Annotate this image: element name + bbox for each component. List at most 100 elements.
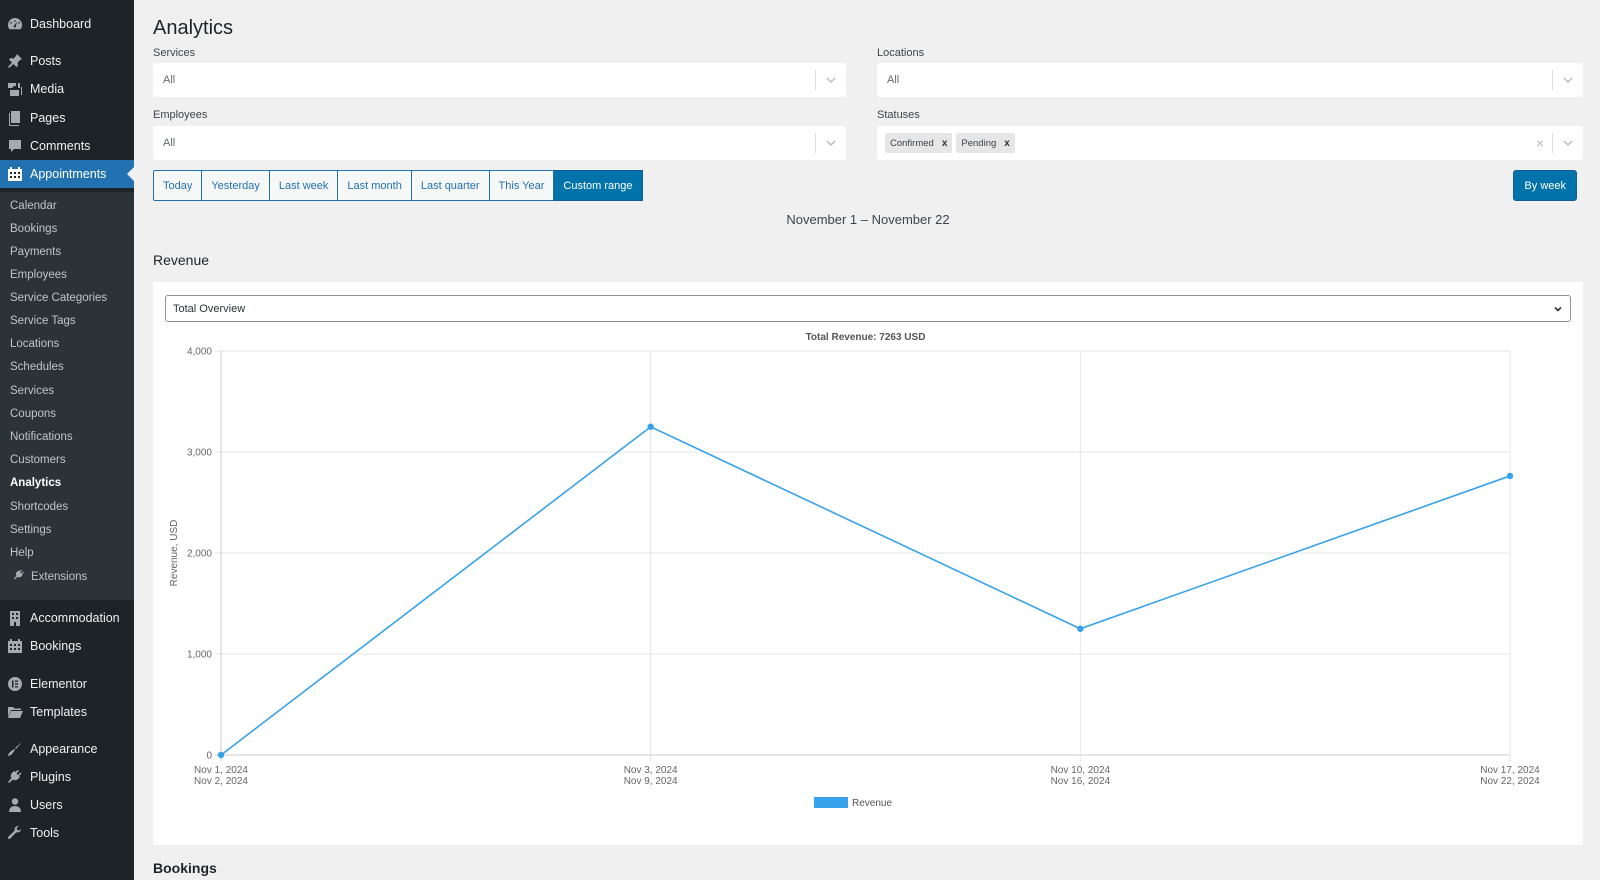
data-point xyxy=(1506,472,1514,480)
services-label: Services xyxy=(153,47,196,59)
submenu-item-settings[interactable]: Settings xyxy=(10,523,52,537)
sidebar-item-label: Pages xyxy=(30,111,66,125)
sidebar-item-label: Elementor xyxy=(30,677,87,691)
submenu-item-label: Help xyxy=(10,547,34,559)
submenu-item-coupons[interactable]: Coupons xyxy=(10,407,56,421)
submenu-item-label: Settings xyxy=(10,524,52,536)
media-icon xyxy=(0,81,30,97)
x-tick-label: Nov 10, 2024 xyxy=(1051,765,1111,776)
range-button-last-month[interactable]: Last month xyxy=(338,170,412,201)
main-content: Analytics Services All Locations All Emp… xyxy=(153,0,1593,880)
sidebar-item-accommodation[interactable]: Accommodation xyxy=(0,604,134,632)
submenu-item-schedules[interactable]: Schedules xyxy=(10,360,64,374)
date-range-buttons: Today Yesterday Last week Last month Last qu… xyxy=(153,170,643,201)
submenu-item-label: Bookings xyxy=(10,223,58,235)
calendar-icon xyxy=(0,166,30,182)
sidebar-item-media[interactable]: Media xyxy=(0,75,134,103)
employees-value: All xyxy=(163,137,176,149)
submenu-item-employees[interactable]: Employees xyxy=(10,268,67,282)
submenu-item-label: Service Tags xyxy=(10,315,76,327)
y-axis-label: Revenue, USD xyxy=(169,520,180,587)
submenu-item-help[interactable]: Help xyxy=(10,546,34,560)
y-tick-label: 0 xyxy=(206,751,212,762)
submenu-item-label: Locations xyxy=(10,338,60,350)
legend-swatch xyxy=(814,797,848,808)
submenu-item-label: Calendar xyxy=(10,200,57,212)
sidebar-item-templates[interactable]: Templates xyxy=(0,698,134,726)
sidebar-item-dashboard[interactable]: Dashboard xyxy=(0,10,134,38)
range-button-last-week[interactable]: Last week xyxy=(269,170,339,201)
elementor-icon xyxy=(0,676,30,692)
plugin-icon xyxy=(13,569,27,584)
submenu-item-shortcodes[interactable]: Shortcodes xyxy=(10,500,68,514)
employees-label: Employees xyxy=(153,109,208,121)
submenu-item-analytics[interactable]: Analytics xyxy=(10,476,61,490)
sidebar-item-posts[interactable]: Posts xyxy=(0,47,134,75)
sidebar-item-appearance[interactable]: Appearance xyxy=(0,735,134,763)
services-value: All xyxy=(163,74,176,86)
sidebar-item-comments[interactable]: Comments xyxy=(0,132,134,160)
status-tag-pending: Pending x xyxy=(956,133,1015,153)
submenu-item-customers[interactable]: Customers xyxy=(10,453,66,467)
sidebar-item-elementor[interactable]: Elementor xyxy=(0,670,134,698)
revenue-chart-card: Total Overview Total Revenue: 7263 USD 0 1… xyxy=(153,282,1583,845)
sidebar-item-label: Plugins xyxy=(30,770,71,784)
statuses-label: Statuses xyxy=(877,109,920,121)
folder-icon xyxy=(0,704,30,720)
sidebar-item-label: Tools xyxy=(30,826,60,840)
y-tick-label: 1,000 xyxy=(187,650,212,661)
x-tick-label: Nov 1, 2024 xyxy=(194,765,248,776)
tag-label: Pending xyxy=(961,137,997,149)
chart-title: Total Revenue: 7263 USD xyxy=(806,332,926,343)
remove-tag-icon[interactable]: x xyxy=(942,138,948,149)
submenu-item-calendar[interactable]: Calendar xyxy=(10,199,57,213)
sidebar-item-tools[interactable]: Tools xyxy=(0,819,134,847)
sidebar-item-label: Accommodation xyxy=(30,611,120,625)
sidebar-item-users[interactable]: Users xyxy=(0,791,134,819)
brush-icon xyxy=(0,741,30,757)
locations-select[interactable]: All xyxy=(877,63,1583,97)
sidebar-item-label: Posts xyxy=(30,54,62,68)
submenu-item-service-tags[interactable]: Service Tags xyxy=(10,314,76,328)
range-button-yesterday[interactable]: Yesterday xyxy=(202,170,270,201)
submenu-item-label: Services xyxy=(10,385,55,397)
sidebar-item-label: Templates xyxy=(30,705,87,719)
remove-tag-icon[interactable]: x xyxy=(1004,138,1010,149)
submenu-item-payments[interactable]: Payments xyxy=(10,245,61,259)
sidebar-item-pages[interactable]: Pages xyxy=(0,104,134,132)
submenu-item-service-categories[interactable]: Service Categories xyxy=(10,291,107,305)
submenu-item-extensions[interactable]: Extensions xyxy=(10,569,87,584)
sidebar-item-label: Comments xyxy=(30,139,91,153)
submenu-item-label: Coupons xyxy=(10,408,57,420)
by-week-button[interactable]: By week xyxy=(1513,170,1577,201)
x-tick-label: Nov 9, 2024 xyxy=(624,776,678,787)
sidebar-item-label: Appointments xyxy=(30,167,107,181)
calendar-icon xyxy=(0,638,30,654)
wrench-icon xyxy=(0,825,30,841)
sidebar-item-appointments[interactable]: Appointments xyxy=(0,160,134,188)
submenu-item-notifications[interactable]: Notifications xyxy=(10,430,73,444)
chevron-down-icon[interactable] xyxy=(816,137,846,149)
y-tick-label: 4,000 xyxy=(187,347,212,358)
x-tick-label: Nov 2, 2024 xyxy=(194,776,248,787)
submenu-item-locations[interactable]: Locations xyxy=(10,337,59,351)
chevron-down-icon[interactable] xyxy=(1553,74,1583,86)
clear-icon[interactable]: × xyxy=(1528,135,1552,151)
plugin-icon xyxy=(0,769,30,785)
comment-icon xyxy=(0,138,30,154)
range-button-today[interactable]: Today xyxy=(153,170,203,201)
sidebar-item-bookings[interactable]: Bookings xyxy=(0,632,134,660)
submenu-item-bookings[interactable]: Bookings xyxy=(10,222,57,236)
sidebar-item-plugins[interactable]: Plugins xyxy=(0,763,134,791)
chevron-down-icon[interactable] xyxy=(816,74,846,86)
range-button-last-quarter[interactable]: Last quarter xyxy=(411,170,490,201)
chevron-down-icon[interactable] xyxy=(1553,137,1583,149)
services-select[interactable]: All xyxy=(153,63,846,97)
range-button-this-year[interactable]: This Year xyxy=(489,170,555,201)
submenu-item-services[interactable]: Services xyxy=(10,384,54,398)
range-button-custom-range[interactable]: Custom range xyxy=(554,170,643,201)
employees-select[interactable]: All xyxy=(153,126,846,160)
sidebar-item-label: Media xyxy=(30,82,65,96)
statuses-select[interactable]: Confirmed x Pending x × xyxy=(877,126,1583,160)
locations-value: All xyxy=(887,74,900,86)
